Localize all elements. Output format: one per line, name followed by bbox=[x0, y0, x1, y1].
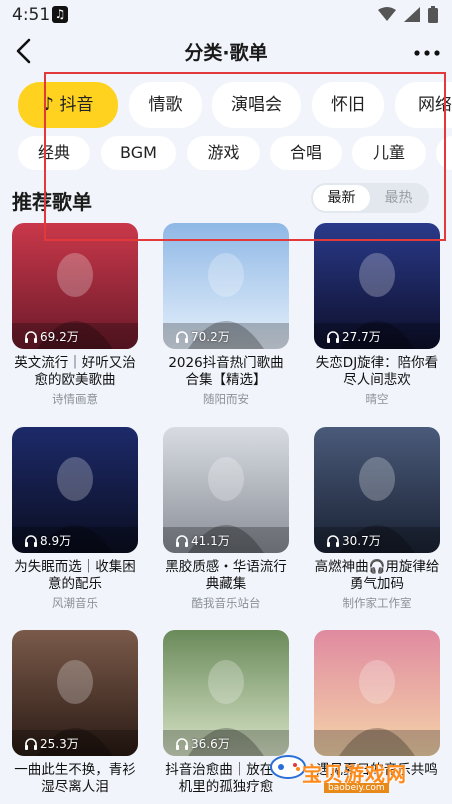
headphones-icon bbox=[327, 535, 339, 547]
category-chip-love-songs[interactable]: 情歌 bbox=[129, 82, 202, 128]
category-chip-game[interactable]: 游戏 bbox=[187, 136, 260, 170]
status-time: 4:51 bbox=[12, 5, 51, 25]
headphones-icon bbox=[327, 331, 339, 343]
tiktok-note-icon: ♪ bbox=[42, 94, 55, 115]
playlist-card[interactable]: 30.7万高燃神曲🎧用旋律给勇气加码制作家工作室 bbox=[314, 427, 440, 611]
playlist-title[interactable]: 英文流行｜好听又治愈的欧美歌曲 bbox=[12, 355, 138, 389]
battery-icon bbox=[428, 6, 438, 23]
gamepad-logo-icon bbox=[270, 755, 306, 779]
page-title: 分类·歌单 bbox=[184, 42, 268, 64]
playlist-title[interactable]: 失恋DJ旋律：陪你看尽人间悲欢 bbox=[314, 355, 440, 389]
playlist-card[interactable]: 27.7万失恋DJ旋律：陪你看尽人间悲欢晴空 bbox=[314, 223, 440, 407]
play-count: 36.6万 bbox=[175, 735, 230, 752]
playlist-cover[interactable]: 41.1万 bbox=[163, 427, 289, 553]
playlist-author: 随阳而安 bbox=[203, 392, 249, 406]
headphones-icon bbox=[176, 331, 188, 343]
category-chip-nostalgia[interactable]: 怀旧 bbox=[312, 82, 384, 128]
play-count-value: 70.2万 bbox=[191, 330, 230, 344]
playlist-cover[interactable]: 30.7万 bbox=[314, 427, 440, 553]
playlist-author: 诗情画意 bbox=[52, 392, 98, 406]
play-count: 41.1万 bbox=[175, 532, 230, 549]
category-chip-chorus[interactable]: 合唱 bbox=[270, 136, 342, 170]
sort-latest-button[interactable]: 最新 bbox=[313, 185, 370, 211]
play-count: 25.3万 bbox=[24, 735, 79, 752]
headphones-icon bbox=[25, 535, 37, 547]
playlist-cover[interactable] bbox=[314, 630, 440, 756]
wifi-icon bbox=[378, 7, 396, 21]
playlist-card[interactable]: 69.2万英文流行｜好听又治愈的欧美歌曲诗情画意 bbox=[12, 223, 138, 407]
sort-hottest-button[interactable]: 最热 bbox=[370, 185, 427, 211]
play-count-value: 27.7万 bbox=[342, 330, 381, 344]
playlist-author: 晴空 bbox=[365, 392, 389, 406]
headphones-icon bbox=[25, 738, 37, 750]
cover-image bbox=[314, 630, 440, 756]
playlist-title[interactable]: 为失眠而选｜收集困意的配乐 bbox=[12, 559, 138, 593]
playlist-cover[interactable]: 8.9万 bbox=[12, 427, 138, 553]
playlist-card[interactable]: 70.2万 2026抖音热门歌曲合集【精选】随阳而安 bbox=[163, 223, 289, 407]
category-chip-internet[interactable]: 网络 bbox=[395, 82, 452, 128]
play-count-value: 30.7万 bbox=[342, 534, 381, 548]
more-options-icon[interactable] bbox=[410, 36, 444, 66]
playlist-title[interactable]: 高燃神曲🎧用旋律给勇气加码 bbox=[314, 559, 440, 593]
status-bar: 4:51 ♫ bbox=[0, 0, 452, 30]
headphones-icon bbox=[25, 331, 37, 343]
playlist-cover[interactable]: 27.7万 bbox=[314, 223, 440, 349]
system-icons bbox=[378, 6, 438, 23]
headphones-icon bbox=[176, 738, 188, 750]
music-app-icon: ♫ bbox=[52, 6, 68, 23]
play-count: 27.7万 bbox=[326, 328, 381, 345]
playlist-card[interactable]: 25.3万一曲此生不换，青衫湿尽离人泪 bbox=[12, 630, 138, 798]
category-chip-concert[interactable]: 演唱会 bbox=[212, 82, 301, 128]
category-chip-label: 抖音 bbox=[59, 95, 94, 115]
playlist-card[interactable]: 41.1万黑胶质感・华语流行典藏集酷我音乐站台 bbox=[163, 427, 289, 611]
play-count-value: 25.3万 bbox=[40, 737, 79, 751]
watermark-url: baobeiy.com bbox=[324, 783, 389, 793]
category-chip-douyin[interactable]: ♪ 抖音 bbox=[18, 82, 118, 128]
playlist-title[interactable]: 黑胶质感・华语流行典藏集 bbox=[163, 559, 289, 593]
playlist-title[interactable]: 2026抖音热门歌曲合集【精选】 bbox=[163, 355, 289, 389]
playlist-cover[interactable]: 25.3万 bbox=[12, 630, 138, 756]
nav-bar: 分类·歌单 bbox=[0, 30, 452, 72]
category-chip-bgm[interactable]: BGM bbox=[101, 136, 176, 170]
signal-icon bbox=[404, 7, 420, 22]
play-count-value: 41.1万 bbox=[191, 534, 230, 548]
play-count: 70.2万 bbox=[175, 328, 230, 345]
playlist-cover[interactable]: 36.6万 bbox=[163, 630, 289, 756]
section-title: 推荐歌单 bbox=[12, 190, 92, 214]
playlist-author: 制作家工作室 bbox=[342, 596, 412, 610]
category-chip-classic[interactable]: 经典 bbox=[18, 136, 90, 170]
play-count-value: 8.9万 bbox=[40, 534, 72, 548]
category-tabs-row1: ♪ 抖音 情歌 演唱会 怀旧 网络 bbox=[0, 82, 452, 130]
play-count: 30.7万 bbox=[326, 532, 381, 549]
sort-toggle: 最新 最热 bbox=[311, 183, 429, 213]
headphones-icon bbox=[176, 535, 188, 547]
play-count: 69.2万 bbox=[24, 328, 79, 345]
play-count: 8.9万 bbox=[24, 532, 71, 549]
playlist-cover[interactable]: 69.2万 bbox=[12, 223, 138, 349]
category-chip-children[interactable]: 儿童 bbox=[352, 136, 426, 170]
playlist-author: 风潮音乐 bbox=[52, 596, 98, 610]
playlist-cover[interactable]: 70.2万 bbox=[163, 223, 289, 349]
playlist-author: 酷我音乐站台 bbox=[191, 596, 261, 610]
play-count-value: 36.6万 bbox=[191, 737, 230, 751]
category-chip-partial[interactable] bbox=[436, 136, 452, 170]
play-count-value: 69.2万 bbox=[40, 330, 79, 344]
category-tabs-row2: 经典 BGM 游戏 合唱 儿童 bbox=[0, 136, 452, 170]
playlist-title[interactable]: 一曲此生不换，青衫湿尽离人泪 bbox=[12, 762, 138, 796]
playlist-card[interactable]: 8.9万为失眠而选｜收集困意的配乐风潮音乐 bbox=[12, 427, 138, 611]
